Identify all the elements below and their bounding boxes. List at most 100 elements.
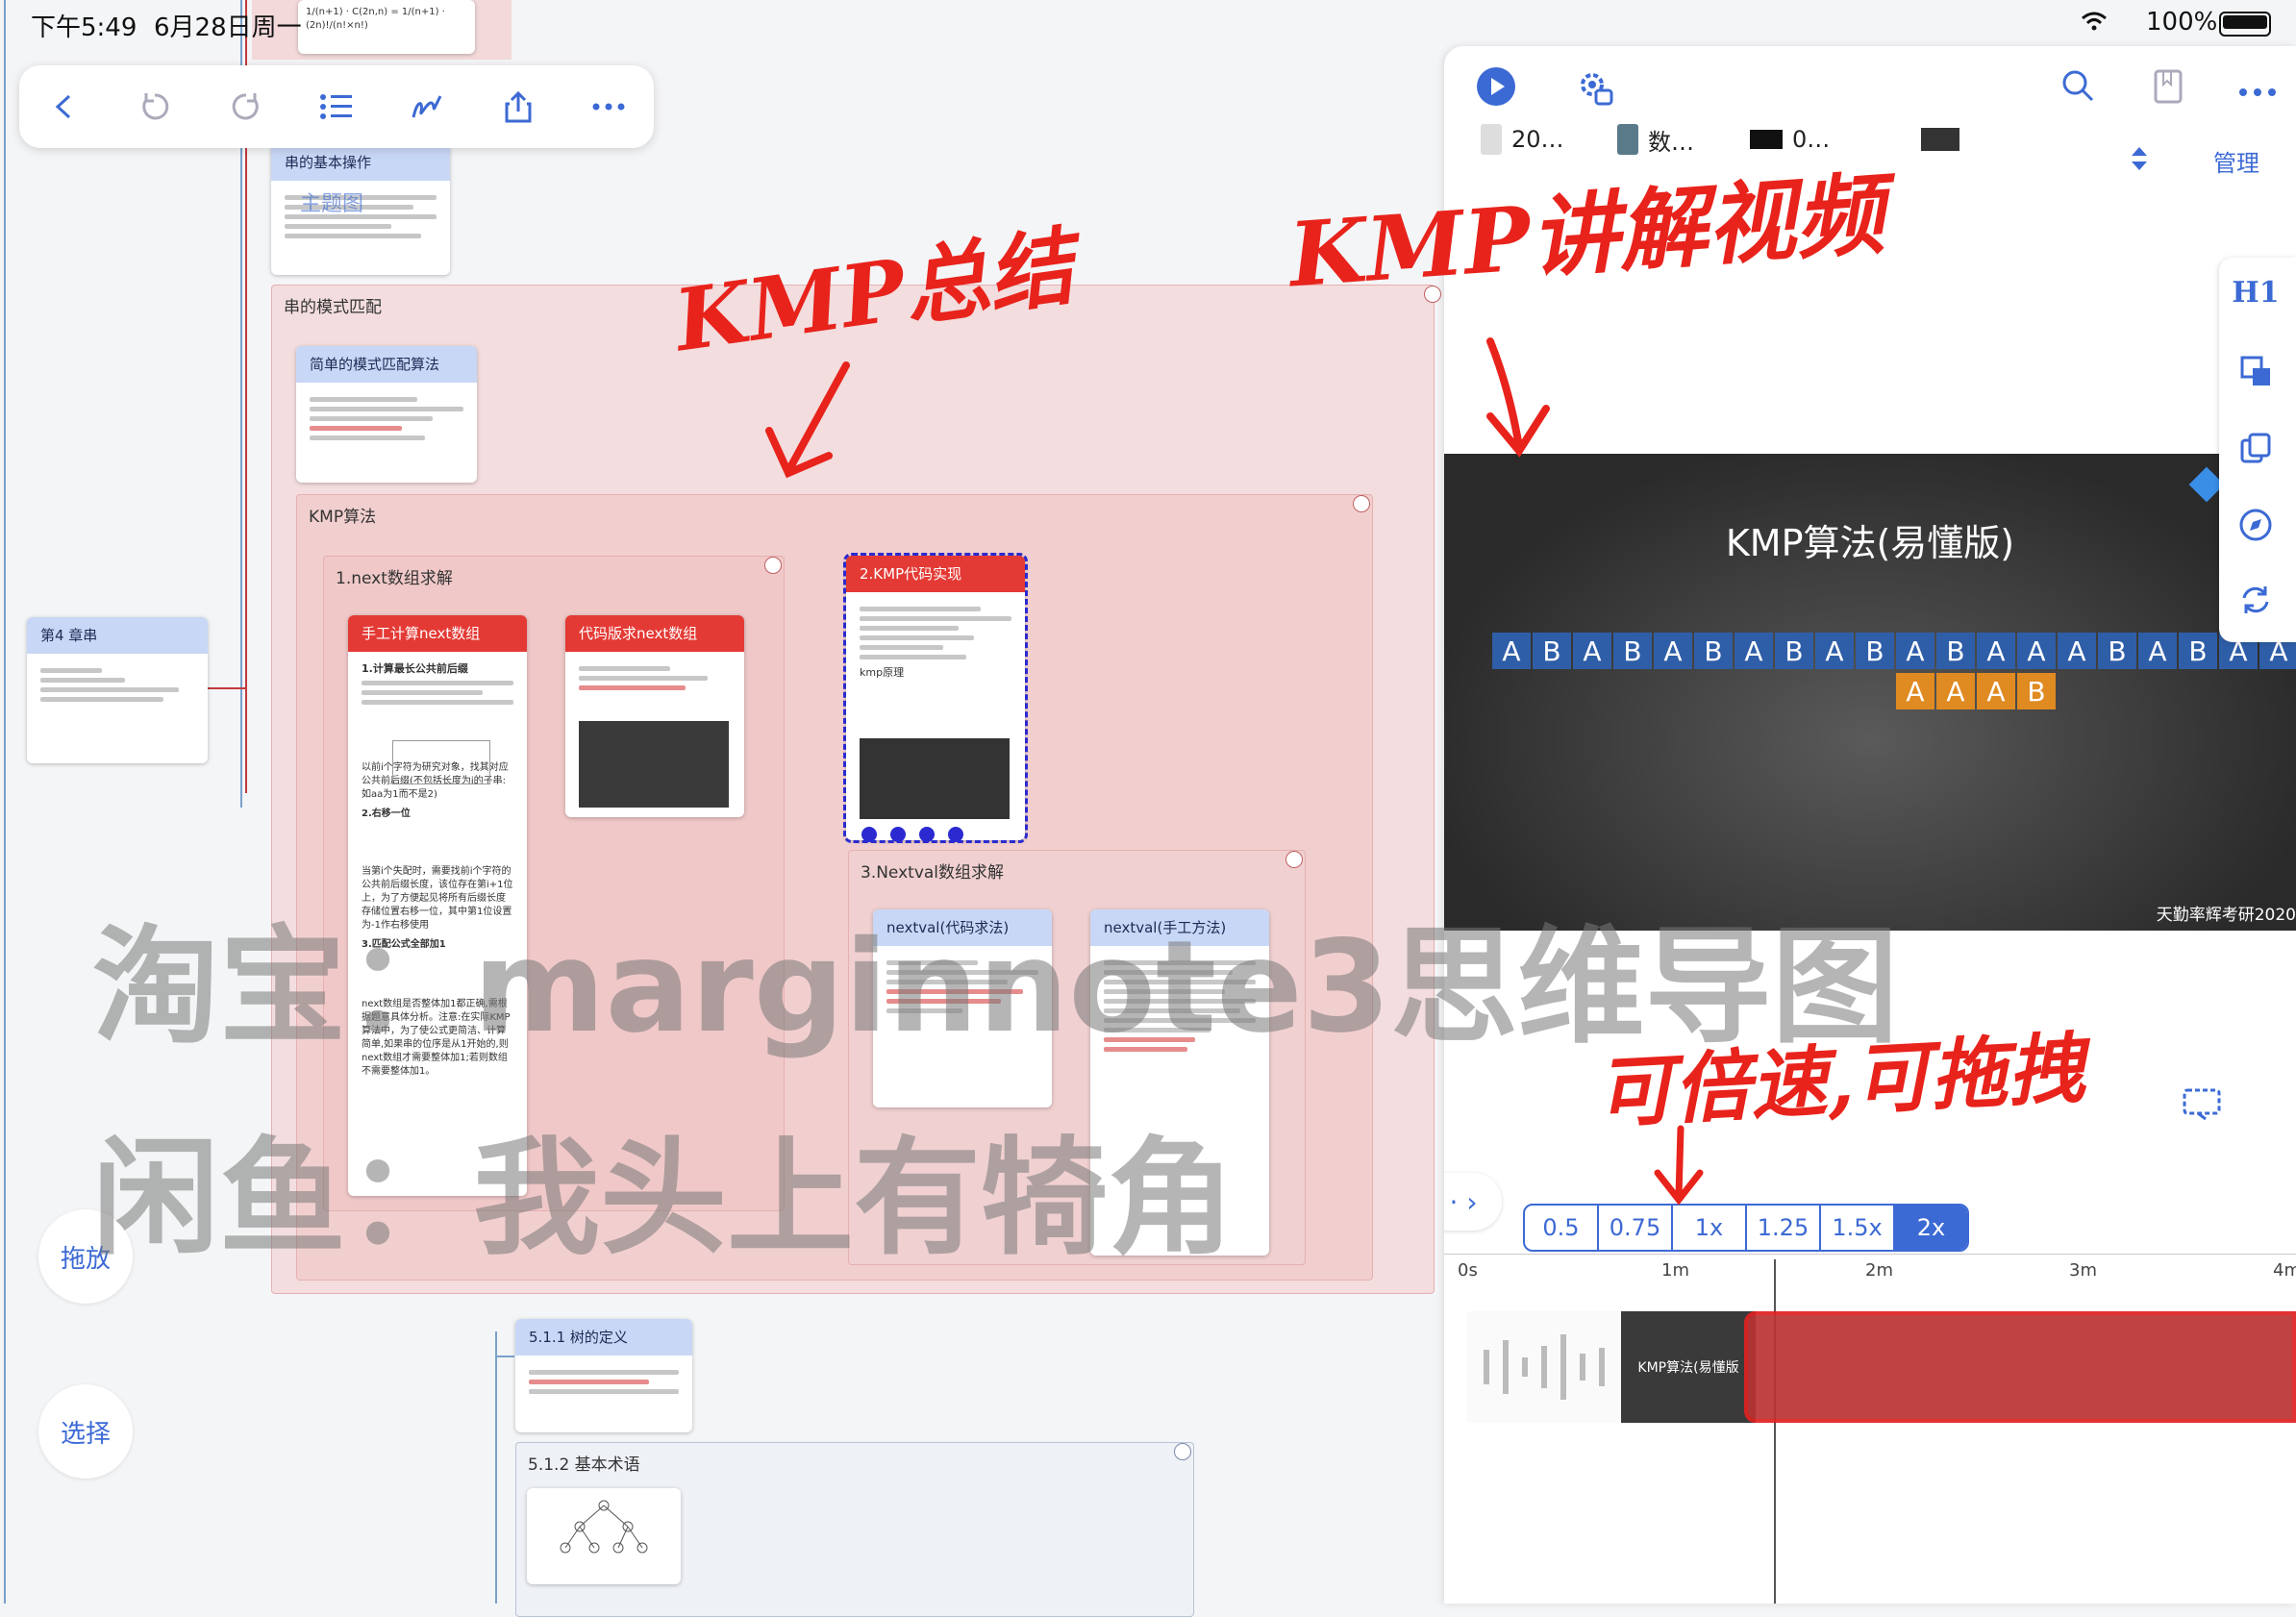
simple-match-card[interactable]: 简单的模式匹配算法 (296, 346, 477, 483)
kmp-sub: kmp原理 (860, 666, 905, 679)
video-title: KMP算法(易懂版) (1725, 522, 2015, 564)
code-next-card[interactable]: 代码版求next数组 (565, 615, 744, 817)
timeline-ruler[interactable]: 0s 1m 2m 3m 4m (1444, 1254, 2296, 1293)
formula-card[interactable]: 1/(n+1) · C(2n,n) = 1/(n+1) · (2n)!/(n!×… (298, 0, 475, 54)
kmp-code-card[interactable]: 2.KMP代码实现 kmp原理 (843, 553, 1028, 843)
battery-percent: 100% (2146, 8, 2218, 37)
collapse-icon[interactable] (764, 557, 782, 574)
select-button[interactable]: 选择 (38, 1384, 133, 1479)
tree-diagram-card[interactable] (527, 1488, 681, 1584)
more-icon[interactable] (2238, 83, 2277, 96)
letter-tile: B (1775, 633, 1813, 669)
redo-icon[interactable] (220, 81, 272, 133)
card-action-row[interactable] (861, 827, 1035, 844)
video-thumb (860, 738, 1010, 819)
capture-icon[interactable] (2181, 1084, 2223, 1123)
arrow-annotation (765, 361, 850, 479)
letter-tile: A (2017, 633, 2056, 669)
tree-def-card[interactable]: 5.1.1 树的定义 (515, 1319, 692, 1432)
letter-tile: A (1977, 633, 2015, 669)
letter-tile: A (1815, 633, 1854, 669)
chapter-card[interactable]: 第4 章串 (27, 617, 208, 763)
letter-tile: B (2179, 633, 2217, 669)
tree-def-title: 5.1.1 树的定义 (515, 1319, 692, 1356)
undo-icon[interactable] (129, 81, 181, 133)
code-next-title: 代码版求next数组 (565, 615, 744, 652)
letter-row-1: ABABABABABABAAABABAAA (1492, 633, 2296, 669)
more-icon[interactable] (583, 81, 635, 133)
list-icon[interactable] (311, 81, 362, 133)
pen-icon[interactable] (401, 81, 453, 133)
wifi-icon (2081, 12, 2108, 31)
tab-doc-1[interactable]: 20… (1481, 113, 1564, 165)
compass-icon[interactable] (2234, 504, 2277, 546)
connector (495, 1331, 497, 1604)
connector (495, 1356, 514, 1357)
main-toolbar (19, 65, 654, 148)
letter-tile: B (2017, 673, 2056, 709)
video-footer: 天勤率辉考研2020 (2156, 906, 2296, 925)
letter-tile: B (1856, 633, 1894, 669)
manual-next-title: 手工计算next数组 (348, 615, 527, 652)
arrow-annotation (1654, 1125, 1704, 1206)
share-icon[interactable] (492, 81, 544, 133)
speed-option-1x[interactable]: 1x (1673, 1206, 1747, 1250)
letter-tile: A (1896, 633, 1934, 669)
collapse-icon[interactable] (1174, 1443, 1191, 1460)
letter-tile: A (1492, 633, 1531, 669)
refresh-icon[interactable] (2234, 579, 2277, 621)
letter-tile: A (1573, 633, 1611, 669)
translate-icon[interactable] (2234, 350, 2277, 392)
letter-tile: B (1533, 633, 1571, 669)
heading-icon[interactable]: H1 (2232, 271, 2279, 313)
watermark-line-2: 闲鱼：我头上有犄角 (92, 1125, 1235, 1273)
letter-tile: A (1977, 673, 2015, 709)
speed-option-1-5x[interactable]: 1.5x (1821, 1206, 1895, 1250)
status-date: 6月28日周一 (154, 13, 302, 42)
tab-doc-4[interactable] (1883, 113, 2008, 165)
timeline-tick: 0s (1458, 1260, 1478, 1281)
copy-icon[interactable] (2234, 427, 2277, 469)
topic-tag: 主题图 (300, 192, 364, 216)
letter-tile: B (1613, 633, 1652, 669)
back-icon[interactable] (38, 81, 90, 133)
letter-tile: A (2058, 633, 2096, 669)
mindmap-canvas[interactable]: 1/(n+1) · C(2n,n) = 1/(n+1) · (2n)!/(n!×… (0, 0, 1444, 1617)
speed-option-0-75[interactable]: 0.75 (1599, 1206, 1673, 1250)
video-thumb (579, 721, 729, 808)
doc-icon (1481, 124, 1502, 155)
letter-row-2: AAAB (1896, 673, 2056, 709)
speed-option-1-25[interactable]: 1.25 (1747, 1206, 1821, 1250)
video-player[interactable]: 腾讯 KMP算法(易懂版) ABABABABABABAAABABAAA AAAB… (1444, 454, 2296, 931)
sort-icon[interactable] (2129, 144, 2150, 173)
timeline-tick: 2m (1865, 1260, 1893, 1281)
tree-terms-title: 5.1.2 基本术语 (528, 1455, 640, 1475)
manage-button[interactable]: 管理 (2213, 144, 2259, 178)
letter-tile: B (1694, 633, 1733, 669)
collapse-icon[interactable] (1285, 851, 1303, 868)
letter-tile: B (1936, 633, 1975, 669)
kmp-title: KMP算法 (309, 508, 377, 527)
collapse-icon[interactable] (1353, 495, 1370, 512)
battery-icon (2219, 12, 2271, 37)
connector (4, 0, 6, 1604)
waveform-thumb (1467, 1311, 1621, 1423)
timeline-thumb: KMP算法(易懂版 (1621, 1311, 1756, 1423)
simple-match-title: 简单的模式匹配算法 (296, 346, 477, 383)
basic-ops-title: 串的基本操作 (271, 144, 450, 181)
video-icon (1921, 128, 1959, 151)
manual-h2: 2.右移一位 (362, 808, 411, 820)
watermark-line-1: 淘宝：marginnote3思维导图 (92, 913, 1899, 1061)
formula-text: 1/(n+1) · C(2n,n) = 1/(n+1) · (2n)!/(n!×… (306, 7, 445, 31)
timeline-tick: 4m (2273, 1260, 2296, 1281)
next-group-title: 1.next数组求解 (336, 569, 453, 588)
basic-ops-card[interactable]: 串的基本操作 主题图 (271, 144, 450, 275)
tree-diagram (560, 1500, 648, 1554)
letter-tile: A (1896, 673, 1934, 709)
scroll-arrows[interactable]: ‹ · › (1444, 1173, 1502, 1231)
timeline-strip[interactable] (1744, 1311, 2296, 1423)
speed-selector: 0.5 0.75 1x 1.25 1.5x 2x (1523, 1204, 1969, 1252)
speed-option-0-5[interactable]: 0.5 (1525, 1206, 1599, 1250)
connector (208, 687, 246, 689)
speed-option-2x[interactable]: 2x (1895, 1206, 1967, 1250)
